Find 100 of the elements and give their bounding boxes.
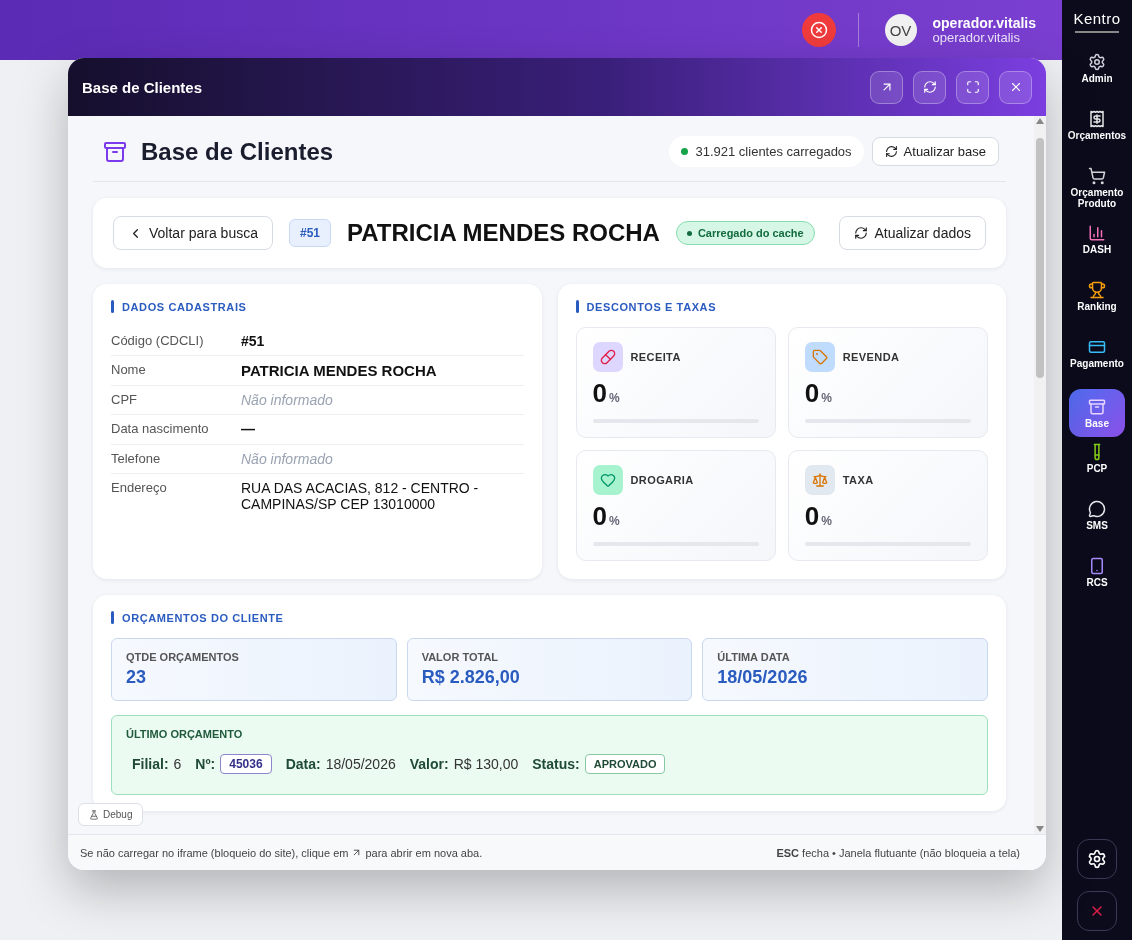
- brand-logo: Kentro: [1073, 10, 1121, 27]
- discount-value: 0: [804, 501, 820, 532]
- footer-hint: para abrir em nova aba.: [365, 846, 483, 859]
- sidebar-item[interactable]: PCP: [1069, 437, 1125, 494]
- archive-icon: [1088, 397, 1106, 416]
- user-name: operador.vitalis: [932, 15, 1036, 31]
- quote-field-label: Data:: [285, 756, 321, 772]
- field-value: Não informado: [241, 450, 334, 467]
- sidebar-item[interactable]: Orçamento Produto: [1069, 161, 1125, 218]
- gear-icon: [1088, 53, 1106, 71]
- discount-value: 0: [592, 501, 607, 532]
- field-value: PATRICIA MENDES ROCHA: [241, 362, 438, 380]
- refresh-base-button[interactable]: Atualizar base: [871, 137, 999, 166]
- field-value: —: [241, 421, 256, 438]
- footer-note: ESC fecha • Janela flutuante (não bloqueia a tela): [776, 846, 1020, 859]
- sidebar-item[interactable]: Admin: [1069, 47, 1125, 104]
- flask-icon: [89, 809, 99, 820]
- cache-status-badge: Carregado do cache: [675, 221, 815, 245]
- tag-icon: [811, 349, 828, 365]
- section-title: ORÇAMENTOS DO CLIENTE: [122, 611, 284, 624]
- window-title: Base de Clientes: [82, 78, 204, 96]
- field-value: Não informado: [241, 392, 334, 409]
- phone-icon: [1088, 557, 1106, 575]
- field-label: Nome: [111, 362, 147, 380]
- error-button[interactable]: [801, 13, 836, 47]
- stat-value: 23: [126, 667, 148, 688]
- sidebar-item[interactable]: Base: [1069, 389, 1125, 437]
- field-value: #51: [241, 333, 266, 350]
- quote-field-label: Filial:: [132, 756, 169, 772]
- sidebar-item[interactable]: Ranking: [1069, 275, 1125, 332]
- close-button[interactable]: [1077, 891, 1117, 931]
- close-circle-icon: [809, 21, 828, 39]
- field-label: Telefone: [111, 450, 162, 467]
- section-title: DESCONTOS E TAXAS: [586, 300, 717, 313]
- sidebar-item[interactable]: SMS: [1069, 494, 1125, 551]
- pill-icon: [599, 349, 616, 365]
- refresh-icon: [854, 226, 869, 240]
- scroll-thumb[interactable]: [1036, 138, 1044, 378]
- back-button[interactable]: Voltar para busca: [113, 216, 273, 250]
- stat-label: QTDE ORÇAMENTOS: [126, 651, 240, 663]
- refresh-data-button[interactable]: Atualizar dados: [839, 216, 986, 250]
- cart-icon: [1088, 167, 1106, 185]
- field-value: RUA DAS ACACIAS, 812 - CENTRO - CAMPINAS/SP CEP 13010000: [241, 479, 480, 512]
- discount-label: DROGARIA: [630, 474, 694, 486]
- client-name: PATRICIA MENDES ROCHA: [347, 219, 660, 247]
- chat-bubble-icon: [1088, 500, 1106, 518]
- stat-value: R$ 2.826,00: [421, 667, 521, 688]
- user-login: operador.vitalis: [932, 30, 1020, 45]
- refresh-icon: [922, 80, 937, 94]
- last-quote-title: ÚLTIMO ORÇAMENTO: [126, 728, 244, 740]
- fullscreen-button[interactable]: [956, 70, 989, 104]
- discount-value: 0: [592, 378, 607, 409]
- quote-number-tag: 45036: [220, 754, 272, 774]
- percent-unit: %: [608, 514, 620, 528]
- scrollbar[interactable]: [1034, 116, 1046, 834]
- percent-unit: %: [608, 391, 620, 405]
- client-count-badge: 31.921 clientes carregados: [668, 136, 864, 167]
- scale-icon: [811, 472, 828, 488]
- receipt-icon: [1088, 110, 1106, 128]
- reload-button[interactable]: [913, 70, 946, 104]
- sidebar-item[interactable]: Pagamento: [1069, 332, 1125, 389]
- status-tag: APROVADO: [584, 754, 666, 774]
- heart-icon: [599, 472, 616, 488]
- footer-hint: Se não carregar no iframe (bloqueio do site), clique em: [80, 846, 349, 859]
- percent-unit: %: [821, 514, 832, 528]
- client-code-badge: #51: [288, 219, 331, 247]
- field-label: CPF: [111, 392, 138, 409]
- trophy-icon: [1088, 281, 1106, 299]
- stat-value: 18/05/2026: [717, 667, 809, 688]
- user-avatar: OV: [884, 14, 917, 46]
- discount-label: RECEITA: [630, 351, 681, 363]
- settings-icon: [1087, 849, 1107, 869]
- scroll-down-icon[interactable]: [1036, 826, 1044, 832]
- sidebar-item[interactable]: RCS: [1069, 551, 1125, 608]
- settings-button[interactable]: [1077, 839, 1117, 879]
- stat-label: ÚLTIMA DATA: [717, 651, 791, 663]
- percent-unit: %: [821, 391, 832, 405]
- page-title: Base de Clientes: [141, 137, 335, 166]
- quote-field-label: Nº:: [195, 756, 216, 772]
- sidebar-item[interactable]: DASH: [1069, 218, 1125, 275]
- discount-label: TAXA: [842, 474, 874, 486]
- sidebar-item[interactable]: Orçamentos: [1069, 104, 1125, 161]
- bar-chart-icon: [1088, 224, 1106, 242]
- field-label: Código (CDCLI): [111, 333, 205, 350]
- section-title: DADOS CADASTRAIS: [122, 300, 247, 313]
- field-label: Endereço: [111, 479, 168, 497]
- fullscreen-icon: [965, 80, 980, 94]
- field-label: Data nascimento: [111, 421, 210, 438]
- quote-field-value: R$ 130,00: [453, 756, 519, 772]
- discount-label: REVENDA: [842, 351, 900, 363]
- quote-field-value: 18/05/2026: [325, 756, 396, 772]
- archive-icon: [103, 139, 127, 164]
- stat-label: VALOR TOTAL: [421, 651, 500, 663]
- open-new-tab-button[interactable]: [870, 70, 903, 104]
- quote-field-value: 6: [173, 756, 182, 772]
- refresh-icon: [884, 145, 898, 158]
- scroll-up-icon[interactable]: [1036, 118, 1044, 124]
- debug-button[interactable]: Debug: [78, 803, 144, 826]
- quote-field-label: Valor:: [409, 756, 449, 772]
- quote-field-label: Status:: [532, 756, 580, 772]
